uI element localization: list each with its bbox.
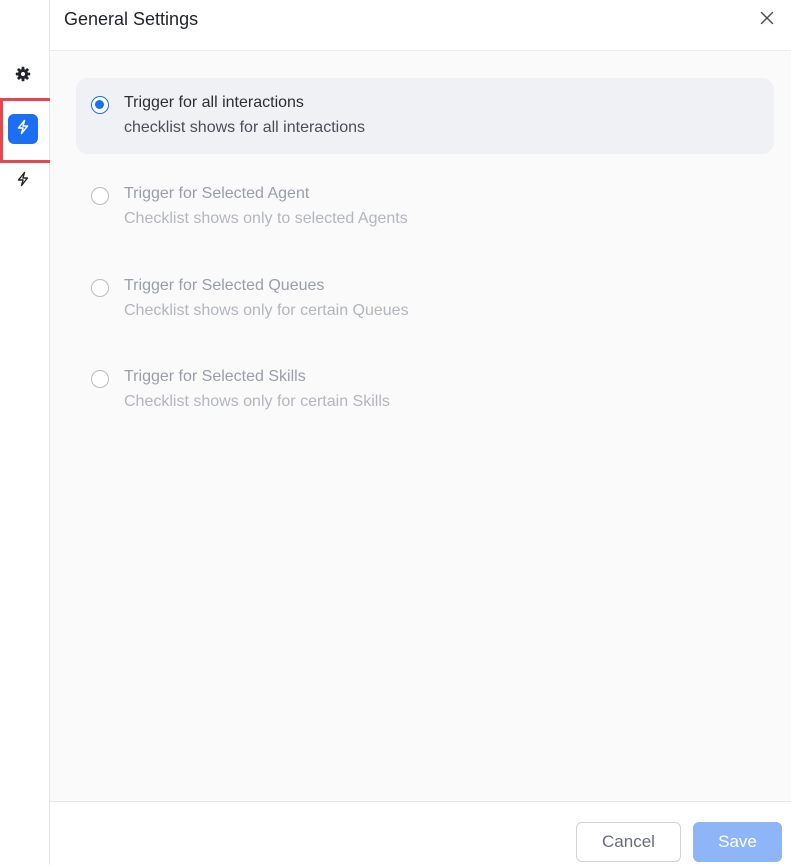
radio-selected-agent[interactable] bbox=[91, 187, 109, 205]
option-subtitle: Checklist shows only to selected Agents bbox=[124, 210, 408, 227]
option-title: Trigger for all interactions bbox=[124, 94, 304, 111]
radio-all-interactions[interactable] bbox=[91, 96, 109, 114]
sidebar-item-automation[interactable] bbox=[8, 166, 38, 196]
option-title: Trigger for Selected Skills bbox=[124, 368, 306, 385]
dialog-footer: Cancel Save bbox=[50, 801, 791, 866]
page-title: General Settings bbox=[64, 9, 199, 29]
sidebar-item-general[interactable] bbox=[8, 61, 38, 91]
gear-icon bbox=[15, 66, 31, 87]
close-button[interactable] bbox=[757, 10, 777, 30]
radio-selected-skills[interactable] bbox=[91, 370, 109, 388]
option-selected-skills[interactable]: Trigger for Selected Skills Checklist sh… bbox=[76, 352, 774, 428]
option-subtitle: checklist shows for all interactions bbox=[124, 119, 365, 136]
option-title: Trigger for Selected Agent bbox=[124, 185, 310, 202]
option-selected-queues[interactable]: Trigger for Selected Queues Checklist sh… bbox=[76, 261, 774, 337]
option-subtitle: Checklist shows only for certain Queues bbox=[124, 302, 409, 319]
option-all-interactions[interactable]: Trigger for all interactions checklist s… bbox=[76, 78, 774, 154]
cancel-button[interactable]: Cancel bbox=[576, 822, 681, 862]
option-selected-agent[interactable]: Trigger for Selected Agent Checklist sho… bbox=[76, 169, 774, 245]
trigger-options-panel: Trigger for all interactions checklist s… bbox=[50, 51, 791, 801]
lightning-outline-icon bbox=[15, 171, 31, 192]
option-subtitle: Checklist shows only for certain Skills bbox=[124, 393, 390, 410]
close-icon bbox=[760, 11, 774, 30]
highlight-annotation-box bbox=[0, 98, 54, 163]
save-button[interactable]: Save bbox=[693, 822, 782, 862]
option-title: Trigger for Selected Queues bbox=[124, 277, 325, 294]
dialog-header: General Settings bbox=[50, 0, 791, 51]
radio-selected-queues[interactable] bbox=[91, 279, 109, 297]
